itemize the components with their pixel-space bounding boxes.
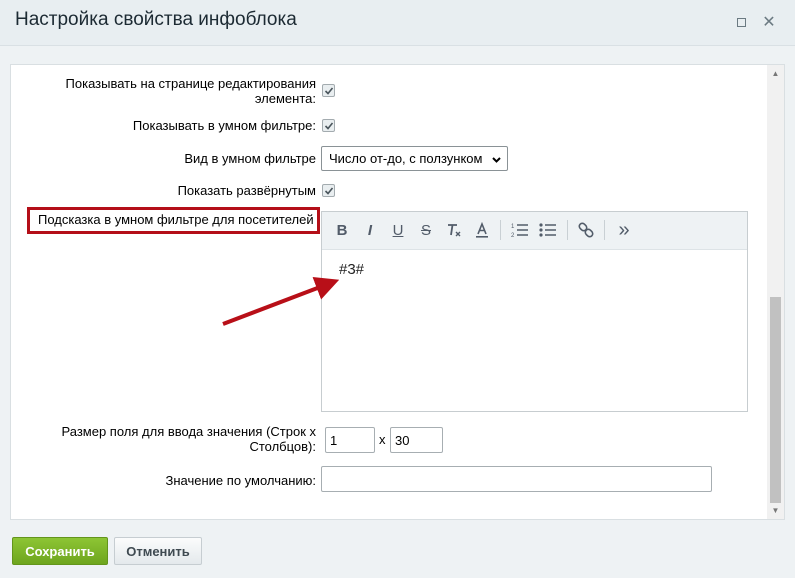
bold-button[interactable]: B	[332, 220, 352, 240]
cancel-button[interactable]: Отменить	[114, 537, 202, 565]
show-on-edit-checkbox[interactable]	[322, 84, 335, 97]
dialog-content: Показывать на странице редактирования эл…	[10, 64, 785, 520]
smart-filter-view-select[interactable]: Число от-до, с ползунком	[321, 146, 508, 171]
default-value-label: Значение по умолчанию:	[165, 473, 316, 488]
chevron-down-icon	[491, 153, 502, 168]
dialog-titlebar[interactable]: Настройка свойства инфоблока ✕	[0, 0, 795, 46]
field-size-label-line1: Размер поля для ввода значения (Строк х	[61, 424, 316, 439]
ordered-list-icon[interactable]: 12	[510, 220, 530, 240]
property-settings-dialog: Настройка свойства инфоблока ✕ Показыват…	[0, 0, 795, 578]
maximize-icon[interactable]	[733, 14, 749, 30]
save-button[interactable]: Сохранить	[12, 537, 108, 565]
show-on-edit-label: Показывать на странице редактирования эл…	[11, 76, 316, 106]
show-in-smart-filter-label: Показывать в умном фильтре:	[132, 118, 316, 133]
scroll-up-icon[interactable]: ▲	[767, 65, 784, 82]
cols-input[interactable]: 30	[390, 427, 443, 453]
editor-toolbar: B I U S 12 »	[322, 212, 747, 250]
close-icon[interactable]: ✕	[761, 14, 777, 31]
smart-filter-view-label: Вид в умном фильтре	[184, 151, 316, 166]
underline-button[interactable]: U	[388, 220, 408, 240]
field-size-label-line2: Столбцов):	[249, 439, 316, 454]
hint-editor-text[interactable]: #3#	[339, 261, 364, 278]
check-icon	[324, 186, 333, 195]
scroll-thumb[interactable]	[770, 297, 781, 503]
clear-format-icon[interactable]	[444, 220, 464, 240]
content-scrollbar[interactable]: ▲ ▼	[767, 65, 784, 519]
show-in-smart-filter-checkbox[interactable]	[322, 119, 335, 132]
dialog-title: Настройка свойства инфоблока	[15, 9, 297, 30]
hint-label: Подсказка в умном фильтре для посетителе…	[38, 212, 314, 227]
field-size-label: Размер поля для ввода значения (Строк х …	[11, 424, 316, 454]
check-icon	[324, 86, 333, 95]
link-icon[interactable]	[576, 220, 596, 240]
hint-editor[interactable]: B I U S 12 » #3#	[321, 211, 748, 412]
svg-text:2: 2	[511, 233, 515, 238]
font-color-icon[interactable]	[472, 220, 492, 240]
show-expanded-checkbox[interactable]	[322, 184, 335, 197]
show-on-edit-label-line1: Показывать на странице редактирования	[65, 76, 316, 91]
bulleted-list-icon[interactable]	[538, 220, 558, 240]
show-expanded-label: Показать развёрнутым	[177, 183, 316, 198]
scroll-down-icon[interactable]: ▼	[767, 502, 784, 519]
smart-filter-view-value: Число от-до, с ползунком	[329, 151, 483, 166]
svg-text:1: 1	[511, 224, 515, 230]
strikethrough-button[interactable]: S	[416, 220, 436, 240]
default-value-input[interactable]	[321, 466, 712, 492]
show-on-edit-label-line2: элемента:	[254, 91, 316, 106]
rows-input[interactable]: 1	[325, 427, 375, 453]
italic-button[interactable]: I	[360, 220, 380, 240]
more-button[interactable]: »	[614, 219, 634, 241]
size-separator: x	[379, 432, 386, 447]
check-icon	[324, 121, 333, 130]
